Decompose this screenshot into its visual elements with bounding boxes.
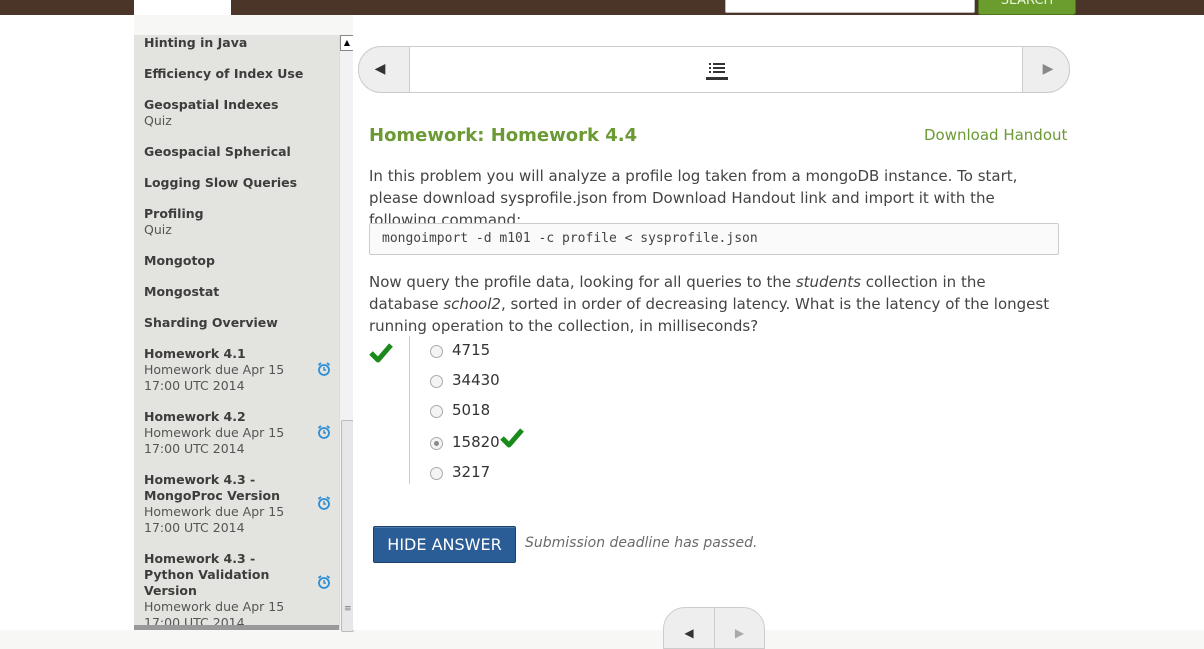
sidebar-item-efficiency-of-index-use[interactable]: Efficiency of Index Use (144, 66, 304, 82)
command-code-block: mongoimport -d m101 -c profile < sysprof… (369, 223, 1059, 255)
answer-choices: 4715 34430 5018 15820 3217 (409, 336, 610, 484)
sidebar-item-title: Efficiency of Index Use (144, 66, 304, 81)
left-triangle-icon[interactable]: ◀ (359, 47, 401, 92)
sidebar-item-title: Geospacial Spherical (144, 144, 291, 159)
sidebar-item-title: Homework 4.2 (144, 409, 246, 424)
sidebar-item-title: Mongostat (144, 284, 220, 299)
sidebar-item-profiling[interactable]: Profiling Quiz (144, 206, 304, 238)
choice-label: 4715 (452, 341, 491, 359)
list-icon[interactable] (706, 59, 728, 81)
sequence-navigation: ◀ ▶ (358, 46, 1070, 93)
sidebar-item-title: Geospatial Indexes (144, 97, 279, 112)
sidebar-item-title: Sharding Overview (144, 315, 278, 330)
scroll-up-arrow-icon[interactable]: ▲ (340, 35, 354, 51)
sidebar-scrollbar[interactable]: ▲ ≡ (339, 35, 354, 632)
main-content: ◀ ▶ Homework: Homework 4.4 Download Hand… (353, 15, 1084, 649)
sidebar-item-title: Hinting in Java (144, 35, 248, 50)
sidebar-item-homework-4-1[interactable]: Homework 4.1 Homework due Apr 15 17:00 U… (144, 346, 304, 394)
alarm-clock-icon (317, 362, 331, 376)
sidebar-item-title: Homework 4.1 (144, 346, 246, 361)
sidebar-item-homework-4-3-python[interactable]: Homework 4.3 - Python Validation Version… (144, 551, 304, 630)
problem-question: Now query the profile data, looking for … (369, 271, 1059, 337)
sidebar-item-homework-4-2[interactable]: Homework 4.2 Homework due Apr 15 17:00 U… (144, 409, 304, 457)
top-nav-bar: SEARCH (0, 0, 1204, 15)
sidebar-item-hinting-in-java[interactable]: Hinting in Java (144, 35, 304, 51)
sidebar-item-title: Mongotop (144, 253, 215, 268)
sidebar-item-geospacial-spherical[interactable]: Geospacial Spherical (144, 144, 304, 160)
sidebar-item-subtitle: Homework due Apr 15 17:00 UTC 2014 (144, 362, 285, 393)
sidebar-item-subtitle: Homework due Apr 15 17:00 UTC 2014 (144, 425, 285, 456)
correct-check-icon (500, 428, 524, 448)
choice-label: 34430 (452, 371, 500, 389)
sidebar-item-mongotop[interactable]: Mongotop (144, 253, 304, 269)
question-text: Now query the profile data, looking for … (369, 273, 796, 291)
sidebar-item-sharding-overview[interactable]: Sharding Overview (144, 315, 304, 331)
grip-icon: ≡ (344, 604, 352, 614)
sidebar-item-subtitle: Quiz (144, 222, 172, 237)
bottom-sequence-navigation: ◀ ▶ (663, 607, 765, 649)
sidebar-item-title: Homework 4.3 - Python Validation Version (144, 551, 270, 598)
sidebar-item-subtitle: Homework due Apr 15 17:00 UTC 2014 (144, 504, 285, 535)
choice-label: 5018 (452, 401, 491, 419)
submission-status: Submission deadline has passed. (525, 535, 758, 551)
alarm-clock-icon (317, 575, 331, 589)
active-nav-tab[interactable] (134, 0, 231, 15)
right-triangle-icon[interactable]: ▶ (1027, 47, 1069, 92)
hide-answer-button[interactable]: HIDE ANSWER (373, 526, 516, 563)
problem-intro: In this problem you will analyze a profi… (369, 167, 1018, 229)
left-triangle-icon[interactable]: ◀ (664, 608, 715, 648)
alarm-clock-icon (317, 425, 331, 439)
radio-button[interactable] (430, 405, 443, 418)
radio-button-selected[interactable] (430, 437, 443, 450)
sidebar-item-geospatial-indexes[interactable]: Geospatial Indexes Quiz (144, 97, 304, 129)
sidebar-item-subtitle: Quiz (144, 113, 172, 128)
problem-title: Homework: Homework 4.4 (369, 125, 638, 146)
sidebar-item-title: Homework 4.3 - MongoProc Version (144, 472, 280, 503)
course-sidebar: Hinting in Java Efficiency of Index Use … (134, 35, 339, 630)
sidebar-item-title: Logging Slow Queries (144, 175, 298, 190)
page-margin-left (0, 15, 134, 630)
question-emphasis-collection: students (795, 273, 861, 291)
right-triangle-icon[interactable]: ▶ (715, 608, 764, 648)
page-margin-right (1084, 15, 1204, 630)
alarm-clock-icon (317, 496, 331, 510)
sidebar-item-logging-slow-queries[interactable]: Logging Slow Queries (144, 175, 304, 191)
sequence-track (409, 47, 1023, 92)
radio-button[interactable] (430, 467, 443, 480)
question-emphasis-database: school2 (443, 295, 501, 313)
sidebar-item-title: Profiling (144, 206, 204, 221)
sidebar-item-mongostat[interactable]: Mongostat (144, 284, 304, 300)
radio-button[interactable] (430, 345, 443, 358)
download-handout-link[interactable]: Download Handout (924, 126, 1067, 144)
sidebar-item-homework-4-3-mongoproc[interactable]: Homework 4.3 - MongoProc Version Homewor… (144, 472, 304, 536)
correct-check-icon (369, 343, 393, 363)
search-button[interactable]: SEARCH (978, 0, 1076, 15)
choice-label: 3217 (452, 463, 491, 481)
sidebar-bottom-edge (134, 625, 339, 630)
search-input[interactable] (725, 0, 975, 13)
choice-label: 15820 (452, 433, 500, 451)
radio-button[interactable] (430, 375, 443, 388)
